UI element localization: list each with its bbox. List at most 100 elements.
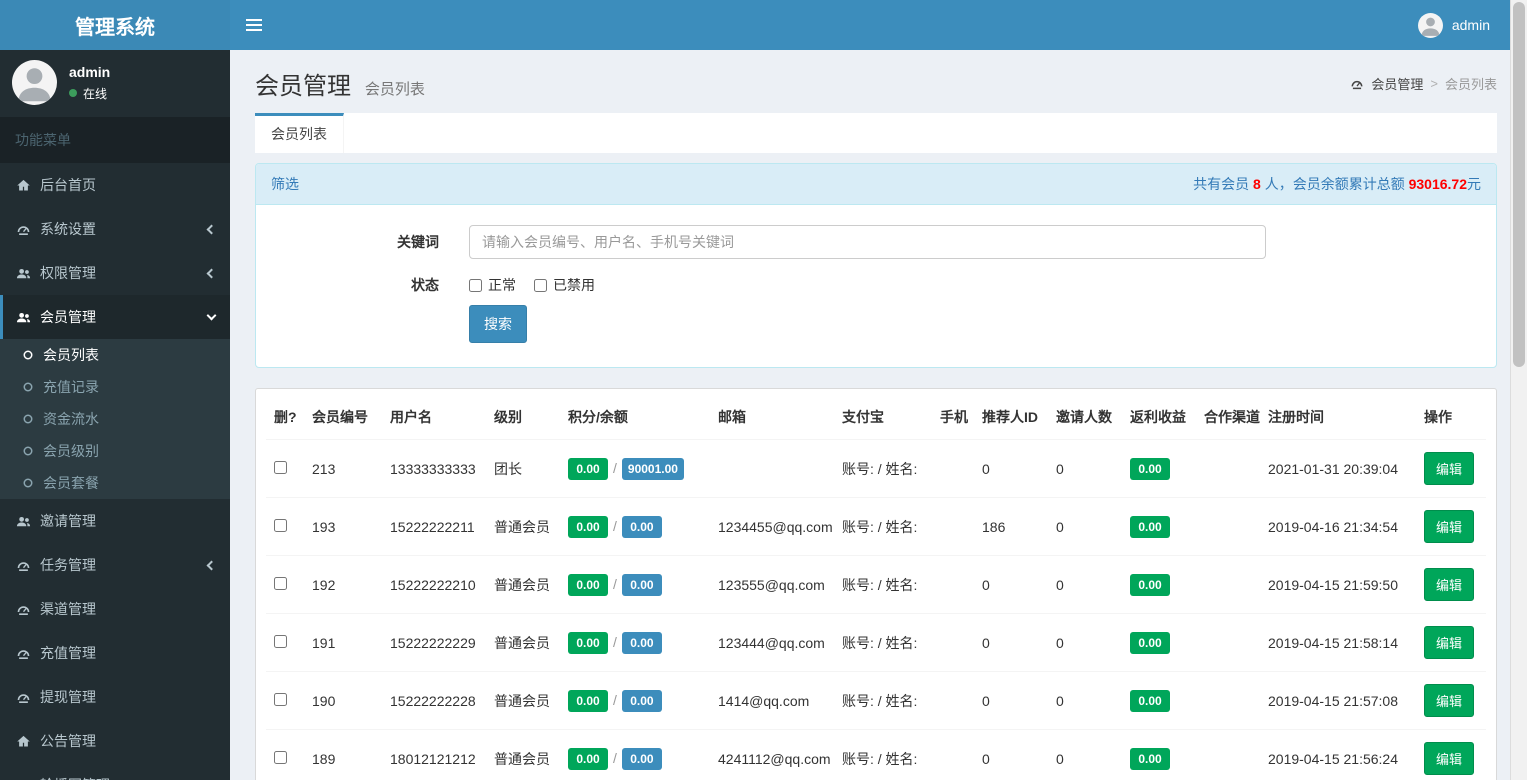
status-label: 状态 (411, 277, 439, 293)
rebate-badge: 0.00 (1130, 573, 1170, 596)
phone (932, 613, 974, 672)
sidebar-item-label: 轮播图管理 (40, 775, 215, 780)
dashboard-icon (16, 690, 31, 705)
sidebar-item-label: 充值管理 (40, 645, 96, 661)
row-delete-checkbox[interactable] (274, 576, 287, 590)
top-navbar: 管理系统 admin (0, 0, 1510, 50)
referrer-id: 0 (974, 613, 1048, 672)
user-status: 在线 (69, 85, 110, 102)
register-time: 2019-04-15 21:57:08 (1260, 671, 1416, 730)
filter-title: 筛选 (271, 176, 299, 192)
sidebar-item-5[interactable]: 充值记录 (0, 371, 230, 403)
sidebar-toggle-icon[interactable] (230, 0, 278, 50)
filter-panel-heading: 筛选 共有会员 8 人，会员余额累计总额 93016.72元 (256, 164, 1496, 205)
row-delete-checkbox[interactable] (274, 634, 287, 648)
username: 15222222228 (382, 671, 486, 730)
stats-text: 元 (1467, 176, 1481, 192)
member-id: 189 (304, 729, 382, 780)
username: 15222222210 (382, 555, 486, 614)
circle-icon (22, 381, 34, 393)
sidebar-item-2[interactable]: 权限管理 (0, 251, 230, 295)
scrollbar-thumb[interactable] (1513, 2, 1525, 367)
sidebar-item-label: 会员列表 (43, 347, 99, 363)
points-balance-separator: / (613, 575, 617, 592)
edit-button[interactable]: 编辑 (1424, 684, 1475, 717)
invite-count: 0 (1048, 613, 1122, 672)
sidebar-item-label: 系统设置 (40, 221, 96, 237)
app-logo[interactable]: 管理系统 (0, 0, 230, 50)
user-status-label: 在线 (83, 86, 108, 101)
alipay-info: 账号: / 姓名: (834, 439, 932, 498)
member-stats: 共有会员 8 人，会员余额累计总额 93016.72元 (1193, 174, 1481, 194)
sidebar-item-6[interactable]: 资金流水 (0, 403, 230, 435)
edit-button[interactable]: 编辑 (1424, 452, 1475, 485)
invite-count: 0 (1048, 671, 1122, 730)
column-header-10: 返利收益 (1122, 395, 1196, 440)
member-level: 普通会员 (486, 497, 560, 556)
row-delete-checkbox[interactable] (274, 460, 287, 474)
row-delete-checkbox[interactable] (274, 750, 287, 764)
user-avatar-icon (12, 60, 57, 105)
sidebar-item-4[interactable]: 会员列表 (0, 339, 230, 371)
invite-count: 0 (1048, 555, 1122, 614)
sidebar-item-12[interactable]: 充值管理 (0, 631, 230, 675)
referrer-id: 0 (974, 671, 1048, 730)
member-level: 普通会员 (486, 671, 560, 730)
sidebar-item-14[interactable]: 公告管理 (0, 719, 230, 763)
member-id: 190 (304, 671, 382, 730)
column-header-7: 手机 (932, 395, 974, 440)
tab-member-list[interactable]: 会员列表 (255, 113, 344, 153)
edit-button[interactable]: 编辑 (1424, 568, 1475, 601)
username: 15222222229 (382, 613, 486, 672)
sidebar-item-7[interactable]: 会员级别 (0, 435, 230, 467)
dashboard-icon (16, 222, 31, 237)
sidebar-item-1[interactable]: 系统设置 (0, 207, 230, 251)
circle-icon (22, 477, 34, 489)
sidebar-item-10[interactable]: 任务管理 (0, 543, 230, 587)
breadcrumb-current: 会员列表 (1444, 77, 1497, 92)
edit-button[interactable]: 编辑 (1424, 510, 1475, 543)
chevron-icon (206, 224, 217, 234)
column-header-1: 会员编号 (304, 395, 382, 440)
breadcrumb-separator: > (1430, 76, 1438, 91)
row-delete-checkbox[interactable] (274, 518, 287, 532)
row-delete-checkbox[interactable] (274, 692, 287, 706)
sidebar-item-3[interactable]: 会员管理 (0, 295, 230, 339)
alipay-info: 账号: / 姓名: (834, 671, 932, 730)
member-id: 193 (304, 497, 382, 556)
keyword-input[interactable] (469, 225, 1266, 259)
status-disabled-checkbox[interactable] (534, 278, 547, 292)
navbar-user-menu[interactable]: admin (1417, 12, 1510, 38)
points-badge: 0.00 (568, 747, 608, 770)
sidebar-item-13[interactable]: 提现管理 (0, 675, 230, 719)
phone (932, 671, 974, 730)
partner-channel (1196, 497, 1260, 556)
dashboard-icon (16, 646, 31, 661)
member-level: 普通会员 (486, 613, 560, 672)
page-title: 会员管理 (255, 73, 351, 100)
breadcrumb-root[interactable]: 会员管理 (1371, 74, 1423, 93)
sidebar-item-11[interactable]: 渠道管理 (0, 587, 230, 631)
register-time: 2019-04-15 21:56:24 (1260, 729, 1416, 780)
member-id: 191 (304, 613, 382, 672)
email (710, 439, 834, 498)
partner-channel (1196, 613, 1260, 672)
edit-button[interactable]: 编辑 (1424, 626, 1475, 659)
sidebar-item-15[interactable]: 轮播图管理 (0, 763, 230, 780)
points-badge: 0.00 (568, 573, 608, 596)
edit-button[interactable]: 编辑 (1424, 742, 1475, 775)
column-header-2: 用户名 (382, 395, 486, 440)
search-button[interactable]: 搜索 (469, 305, 527, 343)
chevron-icon (206, 268, 217, 278)
status-disabled-label: 已禁用 (553, 277, 595, 293)
sidebar-item-8[interactable]: 会员套餐 (0, 467, 230, 499)
status-normal-checkbox[interactable] (469, 278, 482, 292)
sidebar-item-9[interactable]: 邀请管理 (0, 499, 230, 543)
sidebar-item-label: 会员管理 (40, 309, 96, 325)
sidebar-item-label: 会员级别 (43, 443, 99, 459)
email: 4241112@qq.com (710, 729, 834, 780)
balance-total: 93016.72 (1408, 176, 1467, 192)
column-header-9: 邀请人数 (1048, 395, 1122, 440)
sidebar-item-0[interactable]: 后台首页 (0, 163, 230, 207)
member-table-panel: 删? 会员编号 用户名 级别 积分/余额 邮箱 支付宝 手机 推荐人ID 邀请人… (255, 388, 1497, 780)
